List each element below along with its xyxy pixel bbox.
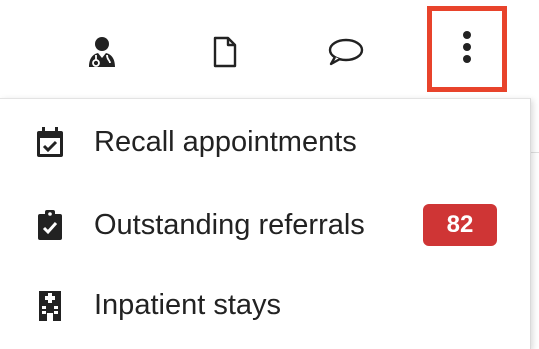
top-toolbar [0,0,539,98]
clipboard-check-icon [35,210,65,240]
doctor-button[interactable] [72,22,132,82]
more-options-button[interactable] [427,6,507,92]
menu-item-label: Inpatient stays [94,288,281,321]
ellipsis-vertical-icon [461,30,473,69]
document-button[interactable] [195,22,255,82]
menu-item-label: Outstanding referrals [94,208,365,241]
menu-item-inpatient-stays[interactable]: Inpatient stays [0,267,530,343]
menu-item-outstanding-referrals[interactable]: Outstanding referrals 82 [0,187,530,263]
menu-item-recall-appointments[interactable]: Recall appointments [0,104,530,180]
more-options-menu: Recall appointments Outstanding referral… [0,98,531,349]
message-button[interactable] [316,22,376,82]
menu-item-label: Recall appointments [94,125,357,158]
referrals-count-badge: 82 [423,204,497,246]
file-icon [212,36,238,68]
user-doctor-icon [87,36,117,68]
hospital-icon [35,290,65,321]
calendar-check-icon [35,127,65,157]
comment-icon [327,37,365,67]
